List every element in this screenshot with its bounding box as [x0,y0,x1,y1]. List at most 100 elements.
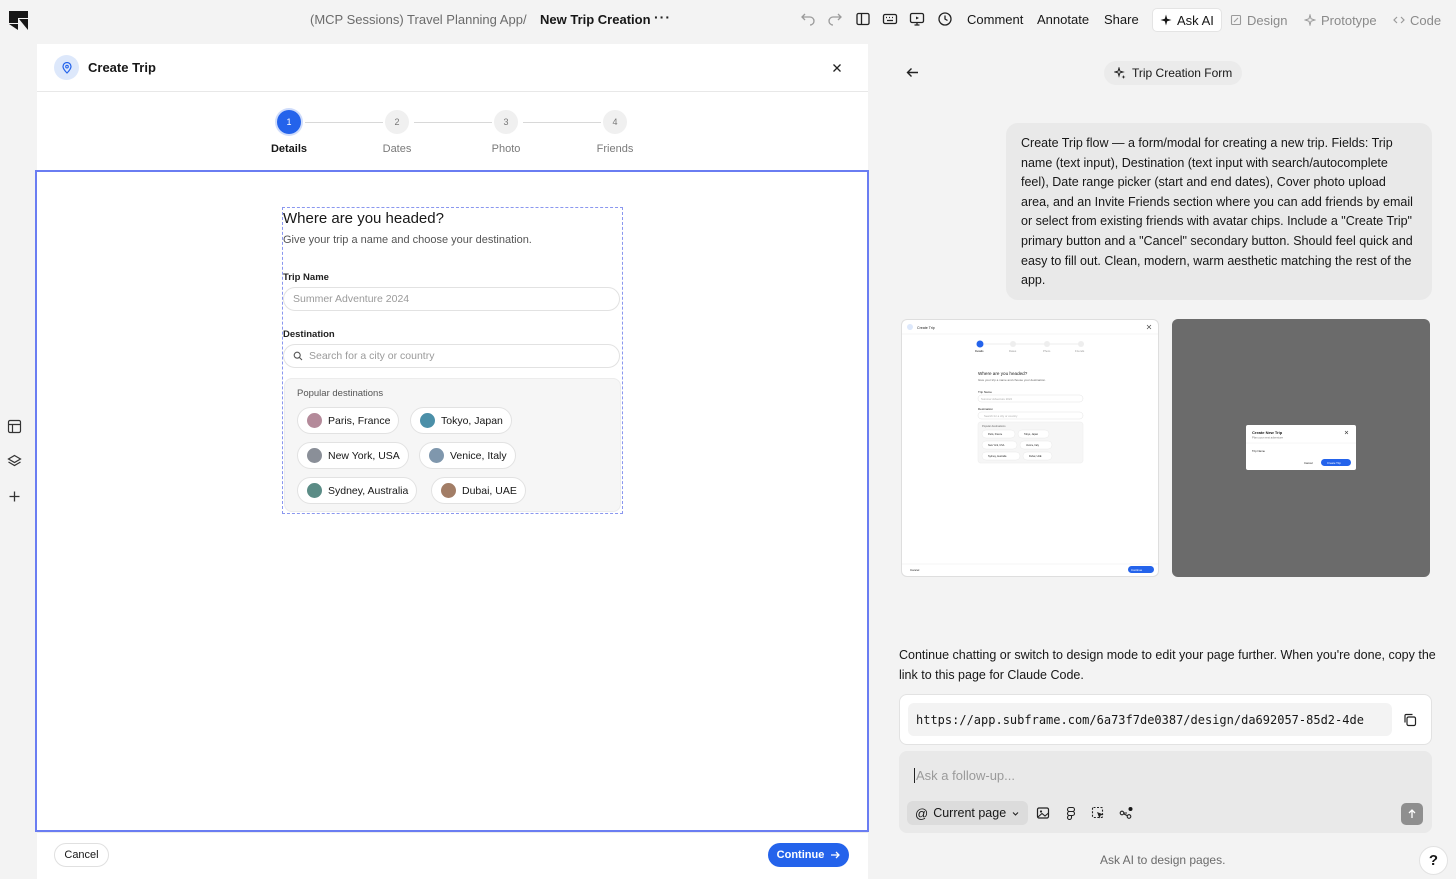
thumb-popular-title: Popular destinations [982,424,1006,428]
redo-icon[interactable] [827,11,843,27]
undo-icon[interactable] [800,11,816,27]
step-label: Photo [491,143,521,155]
share-link-box: https://app.subframe.com/6a73f7de0387/de… [899,694,1432,745]
top-bar: (MCP Sessions) Travel Planning App / New… [0,0,1456,40]
thumb2-create: Create Trip [1327,461,1341,465]
page-url-field[interactable]: https://app.subframe.com/6a73f7de0387/de… [908,703,1392,736]
follow-up-input[interactable]: Ask a follow-up... [914,768,1015,783]
thumb2-subtitle: Plan your next adventure [1252,436,1284,440]
context-pill[interactable]: Trip Creation Form [1104,61,1243,85]
destination-chip[interactable]: New York, USA [297,442,409,469]
add-icon[interactable] [7,489,22,504]
destination-search-input[interactable]: Search for a city or country [283,344,620,368]
layers-icon[interactable] [7,454,22,469]
thumb-step: Friends [1075,349,1085,353]
more-options-icon[interactable]: ··· [654,9,671,25]
keyboard-icon[interactable] [882,11,898,27]
design-icon [1230,14,1242,26]
help-button[interactable]: ? [1419,846,1448,875]
tab-ask-ai[interactable]: Ask AI [1152,8,1222,32]
search-icon [293,351,303,361]
close-icon[interactable] [830,61,844,75]
figma-icon[interactable] [1064,806,1078,820]
thumb-step: Photo [1043,349,1051,353]
cancel-button[interactable]: Cancel [54,843,109,867]
step-label: Friends [596,143,634,155]
integrations-icon[interactable] [1119,806,1133,820]
select-element-icon[interactable] [1091,806,1105,820]
step-label: Dates [382,143,412,155]
destination-chip[interactable]: Venice, Italy [419,442,516,469]
project-breadcrumb[interactable]: (MCP Sessions) Travel Planning App [310,12,523,27]
image-icon[interactable] [1036,806,1050,820]
thumb-subheading: Give your trip a name and choose your de… [978,378,1046,382]
trip-name-input[interactable]: Summer Adventure 2024 [283,287,620,311]
thumb-chip: Dubai, UAE [1029,455,1042,458]
thumb2-title: Create New Trip [1252,430,1283,435]
destination-chip-label: Tokyo, Japan [441,414,503,427]
previous-version-thumbnail[interactable]: Create New Trip Plan your next adventure… [1172,319,1430,577]
tab-prototype[interactable]: Prototype [1297,8,1384,32]
destination-chip[interactable]: Paris, France [297,407,400,434]
chevron-down-icon [1012,811,1019,816]
step-number: 1 [277,110,301,134]
tab-ask-ai-label: Ask AI [1177,12,1214,28]
destination-chip[interactable]: Dubai, UAE [431,477,526,504]
annotate-link[interactable]: Annotate [1037,12,1089,27]
thumb-label: Destination [978,407,993,411]
tab-code[interactable]: Code [1386,8,1448,32]
destination-avatar [307,448,322,463]
present-icon[interactable] [909,11,925,27]
continue-button[interactable]: Continue [768,843,849,867]
page-name-breadcrumb[interactable]: New Trip Creation [540,12,651,27]
destination-chip-label: Paris, France [328,414,391,427]
destination-chip[interactable]: Tokyo, Japan [410,407,512,434]
thumb-step: Dates [1009,349,1017,353]
tab-design[interactable]: Design [1223,8,1294,32]
dialog-header: Create Trip [37,44,868,92]
form-subheading: Give your trip a name and choose your de… [283,234,532,246]
sidebar-toggle-icon[interactable] [855,11,871,27]
sparkle-icon [1160,14,1172,26]
tab-code-label: Code [1410,12,1442,28]
at-icon: @ [915,805,929,821]
breadcrumb-separator: / [523,12,527,27]
ai-footer-hint: Ask AI to design pages. [1100,853,1226,867]
destination-avatar [307,413,322,428]
destination-chip-label: New York, USA [328,449,400,462]
user-prompt-bubble: Create Trip flow — a form/modal for crea… [1006,123,1432,300]
continue-label: Continue [776,849,825,861]
destination-avatar [420,413,435,428]
thumb-chip: Venice, Italy [1026,444,1040,447]
thumb-chip: Tokyo, Japan [1024,433,1039,436]
design-preview-thumbnail[interactable]: Create Trip Details Dates Photo Friends … [901,319,1159,577]
thumb2-cancel: Cancel [1304,461,1313,465]
map-pin-icon [61,61,72,74]
destination-avatar [441,483,456,498]
thumb-placeholder: Summer Adventure 2024 [981,397,1012,401]
app-logo-icon[interactable] [8,10,29,31]
details-form[interactable]: Where are you headed? Give your trip a n… [282,207,623,514]
step-number: 3 [494,110,518,134]
layout-icon[interactable] [7,419,22,434]
share-link[interactable]: Share [1104,12,1139,27]
step-label: Details [270,143,308,155]
comment-link[interactable]: Comment [967,12,1023,27]
step-friends[interactable]: 4 Friends [575,110,655,155]
code-icon [1393,16,1405,24]
step-number: 4 [603,110,627,134]
chat-composer: Ask a follow-up... @ Current page [899,751,1432,833]
current-page-select[interactable]: @ Current page [907,801,1029,825]
step-dates[interactable]: 2 Dates [357,110,437,155]
history-icon[interactable] [937,11,953,27]
step-photo[interactable]: 3 Photo [466,110,546,155]
destination-label: Destination [283,329,335,340]
design-preview-graphic: Create Trip Details Dates Photo Friends … [902,324,1158,573]
copy-icon[interactable] [1403,713,1417,727]
send-button[interactable] [1401,803,1423,825]
prototype-icon [1304,14,1316,26]
back-arrow-icon[interactable] [905,65,920,80]
step-details[interactable]: 1 Details [249,110,329,155]
thumb-label: Trip Name [978,390,992,394]
destination-chip[interactable]: Sydney, Australia [297,477,418,504]
